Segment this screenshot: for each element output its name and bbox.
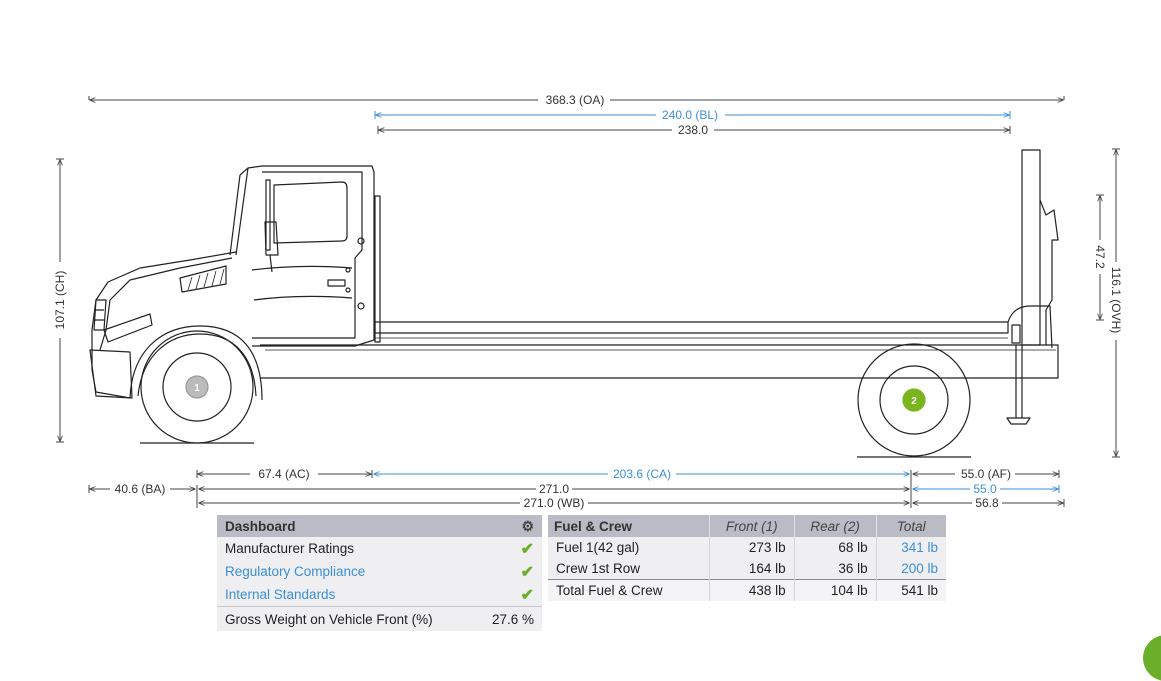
label-ba: 40.6 (BA): [115, 482, 166, 496]
table-cell-total-link[interactable]: 200 lb: [875, 558, 946, 580]
dashboard-header: Dashboard ⚙: [217, 515, 542, 537]
table-row: Fuel 1(42 gal) 273 lb 68 lb 341 lb: [548, 537, 946, 558]
label-ac: 67.4 (AC): [258, 467, 309, 481]
table-cell: Total Fuel & Crew: [548, 579, 710, 601]
dashboard-panel: Dashboard ⚙ Manufacturer Ratings ✔ Regul…: [217, 515, 542, 631]
table-header-row: Fuel & Crew Front (1) Rear (2) Total: [548, 515, 946, 537]
label-ch: 107.1 (CH): [53, 271, 67, 330]
gross-weight-label: Gross Weight on Vehicle Front (%): [225, 611, 433, 627]
table-cell: 273 lb: [708, 537, 795, 558]
label-oa: 368.3 (OA): [546, 93, 605, 107]
dashboard-title: Dashboard: [225, 518, 296, 534]
gear-icon[interactable]: ⚙: [521, 518, 534, 535]
table-cell: 104 lb: [793, 579, 877, 601]
truck-illustration: [89, 149, 1059, 458]
gross-weight-value: 27.6 %: [491, 611, 534, 627]
label-568: 56.8: [975, 496, 999, 510]
table-cell-total-link[interactable]: 341 lb: [875, 537, 946, 558]
dashboard-item-regulatory[interactable]: Regulatory Compliance ✔: [217, 560, 542, 583]
label-af2: 55.0: [973, 482, 997, 496]
table-cell: 164 lb: [708, 558, 795, 580]
column-header: Rear (2): [793, 515, 877, 537]
label-ca: 203.6 (CA): [613, 467, 671, 481]
dashboard-item-manufacturer: Manufacturer Ratings ✔: [217, 537, 542, 560]
label-bl: 240.0 (BL): [662, 108, 718, 122]
dashboard-item-internal[interactable]: Internal Standards ✔: [217, 583, 542, 606]
table-cell: 36 lb: [793, 558, 877, 580]
dashboard-item-label: Manufacturer Ratings: [225, 541, 355, 556]
label-271: 271.0: [539, 482, 569, 496]
fuel-crew-panel: Fuel & Crew Front (1) Rear (2) Total Fue…: [548, 515, 946, 601]
check-icon: ✔: [520, 540, 534, 558]
regulatory-compliance-link[interactable]: Regulatory Compliance: [225, 564, 365, 579]
gross-weight-row: Gross Weight on Vehicle Front (%) 27.6 %: [217, 606, 542, 631]
internal-standards-link[interactable]: Internal Standards: [225, 587, 335, 602]
fuel-crew-table: Fuel & Crew Front (1) Rear (2) Total Fue…: [548, 515, 946, 601]
table-cell: Fuel 1(42 gal): [548, 537, 710, 558]
table-cell: 541 lb: [875, 579, 946, 601]
label-ovh: 116.1 (OVH): [1109, 267, 1123, 333]
table-cell: 68 lb: [793, 537, 877, 558]
table-cell: Crew 1st Row: [548, 558, 710, 580]
label-wb: 271.0 (WB): [524, 496, 585, 510]
check-icon: ✔: [520, 563, 534, 581]
table-cell: 438 lb: [708, 579, 795, 601]
column-header: Fuel & Crew: [548, 515, 710, 537]
rear-axle-marker: 2: [911, 396, 917, 407]
label-238: 238.0: [678, 123, 708, 137]
check-icon: ✔: [520, 586, 534, 604]
label-af: 55.0 (AF): [961, 467, 1011, 481]
column-header: Front (1): [708, 515, 795, 537]
table-row: Crew 1st Row 164 lb 36 lb 200 lb: [548, 558, 946, 580]
table-row-total: Total Fuel & Crew 438 lb 104 lb 541 lb: [548, 579, 946, 601]
front-axle-marker: 1: [194, 383, 200, 394]
column-header: Total: [875, 515, 946, 537]
label-47: 47.2: [1093, 245, 1107, 269]
